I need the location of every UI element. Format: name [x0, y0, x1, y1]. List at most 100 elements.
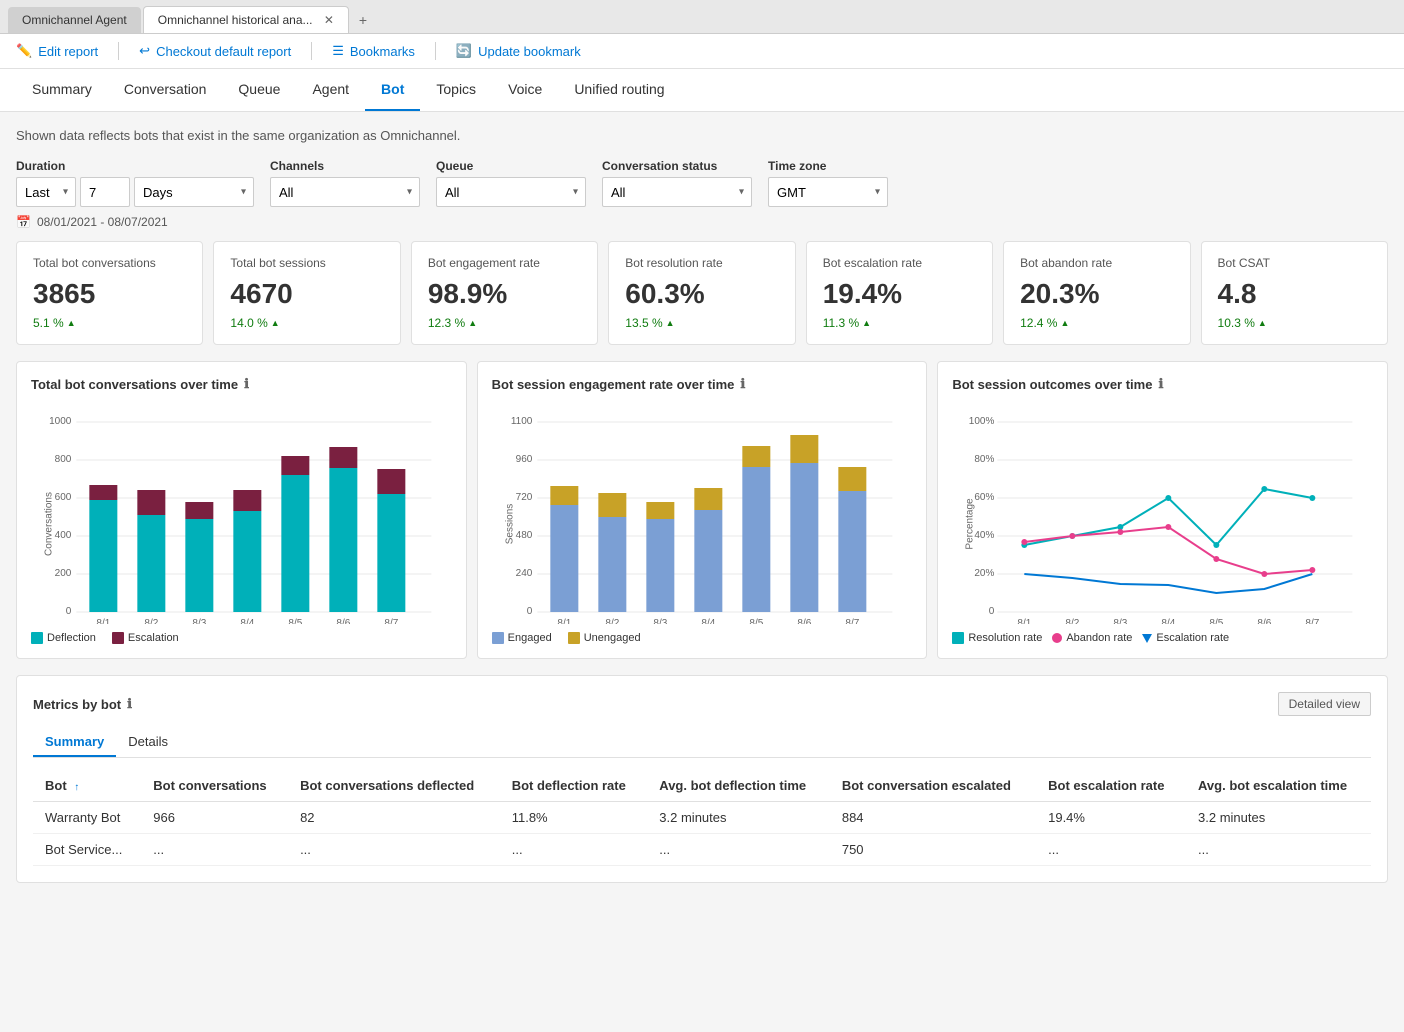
svg-text:400: 400	[55, 530, 72, 541]
timezone-label: Time zone	[768, 159, 888, 173]
cell-conversations-2: ...	[141, 834, 288, 866]
table-header-row: Bot ↑ Bot conversations Bot conversation…	[33, 770, 1371, 802]
svg-text:200: 200	[55, 568, 72, 579]
duration-unit-select[interactable]: Days	[134, 177, 254, 207]
tab-omnichannel-historical[interactable]: Omnichannel historical ana... ✕	[143, 6, 349, 33]
svg-text:8/1: 8/1	[96, 618, 110, 624]
chart2-title: Bot session engagement rate over time ℹ	[492, 376, 913, 392]
cell-bot-name-2: Bot Service...	[33, 834, 141, 866]
kpi-total-bot-conversations: Total bot conversations 3865 5.1 %	[16, 241, 203, 345]
toolbar-separator-1	[118, 42, 119, 60]
svg-text:8/4: 8/4	[240, 618, 254, 624]
cell-deflection-rate: 11.8%	[500, 802, 648, 834]
nav-tab-agent[interactable]: Agent	[296, 69, 365, 111]
edit-report-button[interactable]: ✏️ Edit report	[16, 43, 98, 59]
close-tab-icon[interactable]: ✕	[324, 13, 334, 27]
svg-text:600: 600	[55, 492, 72, 503]
svg-text:Sessions: Sessions	[504, 504, 515, 545]
svg-text:8/2: 8/2	[1066, 618, 1080, 624]
channels-label: Channels	[270, 159, 420, 173]
nav-tab-unified-routing[interactable]: Unified routing	[558, 69, 680, 111]
cell-avg-deflection-time-2: ...	[647, 834, 830, 866]
chart1-svg: 1000 800 600 400 200 0 Conversations	[31, 404, 452, 624]
svg-text:8/6: 8/6	[1258, 618, 1272, 624]
detailed-view-button[interactable]: Detailed view	[1278, 692, 1371, 716]
col-avg-escalation-time[interactable]: Avg. bot escalation time	[1186, 770, 1371, 802]
chart2-info-icon[interactable]: ℹ	[740, 376, 745, 392]
svg-text:8/3: 8/3	[653, 618, 667, 624]
abandon-rate-color	[1052, 633, 1062, 643]
kpi-total-bot-sessions-value: 4670	[230, 278, 383, 310]
duration-value-input[interactable]	[80, 177, 130, 207]
nav-tab-conversation[interactable]: Conversation	[108, 69, 223, 111]
nav-tab-bot[interactable]: Bot	[365, 69, 420, 111]
add-tab-button[interactable]: +	[351, 8, 375, 32]
chart1-area: 1000 800 600 400 200 0 Conversations	[31, 404, 452, 624]
channels-wrapper: All	[270, 177, 420, 207]
svg-text:8/7: 8/7	[1306, 618, 1320, 624]
resolution-rate-color	[952, 632, 964, 644]
bookmarks-icon: ☰	[332, 43, 344, 59]
kpi-bot-engagement-rate-value: 98.9%	[428, 278, 581, 310]
metrics-info-icon[interactable]: ℹ	[127, 696, 132, 712]
checkout-default-button[interactable]: ↩ Checkout default report	[139, 43, 291, 59]
metrics-table-wrap: Bot ↑ Bot conversations Bot conversation…	[33, 770, 1371, 866]
nav-tab-queue[interactable]: Queue	[222, 69, 296, 111]
bookmarks-button[interactable]: ☰ Bookmarks	[332, 43, 415, 59]
kpi-bot-engagement-rate: Bot engagement rate 98.9% 12.3 %	[411, 241, 598, 345]
svg-text:800: 800	[55, 454, 72, 465]
kpi-bot-resolution-rate: Bot resolution rate 60.3% 13.5 %	[608, 241, 795, 345]
col-bot-conversations-deflected[interactable]: Bot conversations deflected	[288, 770, 500, 802]
kpi-total-bot-conversations-change: 5.1 %	[33, 316, 186, 330]
chart3-svg: 100% 80% 60% 40% 20% 0 Percentage	[952, 404, 1373, 624]
calendar-icon: 📅	[16, 215, 31, 229]
svg-text:Conversations: Conversations	[43, 492, 54, 556]
chart2-area: 1100 960 720 480 240 0 Sessions	[492, 404, 913, 624]
legend-engaged: Engaged	[492, 632, 552, 644]
chart3-info-icon[interactable]: ℹ	[1158, 376, 1163, 392]
svg-text:8/4: 8/4	[701, 618, 715, 624]
col-avg-deflection-time[interactable]: Avg. bot deflection time	[647, 770, 830, 802]
svg-text:80%: 80%	[975, 454, 995, 465]
channels-filter-group: Channels All	[270, 159, 420, 207]
tab-omnichannel-agent[interactable]: Omnichannel Agent	[8, 7, 141, 33]
table-row: Bot Service... ... ... ... ... 750 ... .…	[33, 834, 1371, 866]
sub-tab-summary[interactable]: Summary	[33, 728, 116, 757]
cell-escalated: 884	[830, 802, 1036, 834]
duration-filter-group: Duration Last Days	[16, 159, 254, 207]
kpi-bot-resolution-rate-title: Bot resolution rate	[625, 256, 778, 270]
col-bot-conversation-escalated[interactable]: Bot conversation escalated	[830, 770, 1036, 802]
update-bookmark-button[interactable]: 🔄 Update bookmark	[456, 43, 581, 59]
nav-tab-summary[interactable]: Summary	[16, 69, 108, 111]
nav-tab-voice[interactable]: Voice	[492, 69, 558, 111]
kpi-bot-resolution-rate-change: 13.5 %	[625, 316, 778, 330]
timezone-wrapper: GMT	[768, 177, 888, 207]
checkout-icon: ↩	[139, 43, 150, 59]
sub-tab-details[interactable]: Details	[116, 728, 180, 757]
legend-abandon-rate: Abandon rate	[1052, 632, 1132, 644]
channels-select[interactable]: All	[270, 177, 420, 207]
col-bot-escalation-rate[interactable]: Bot escalation rate	[1036, 770, 1186, 802]
svg-text:Percentage: Percentage	[965, 498, 976, 550]
conv-status-wrapper: All	[602, 177, 752, 207]
chart1-info-icon[interactable]: ℹ	[244, 376, 249, 392]
duration-label: Duration	[16, 159, 254, 173]
conv-status-select[interactable]: All	[602, 177, 752, 207]
col-bot-deflection-rate[interactable]: Bot deflection rate	[500, 770, 648, 802]
duration-preset-select[interactable]: Last	[16, 177, 76, 207]
chart3-legend: Resolution rate Abandon rate Escalation …	[952, 632, 1373, 644]
nav-tab-topics[interactable]: Topics	[420, 69, 492, 111]
chart3-title: Bot session outcomes over time ℹ	[952, 376, 1373, 392]
queue-select[interactable]: All	[436, 177, 586, 207]
svg-text:8/3: 8/3	[1114, 618, 1128, 624]
cell-deflected: 82	[288, 802, 500, 834]
svg-text:8/2: 8/2	[605, 618, 619, 624]
col-bot[interactable]: Bot ↑	[33, 770, 141, 802]
duration-unit-wrapper: Days	[134, 177, 254, 207]
kpi-bot-csat-change: 10.3 %	[1218, 316, 1371, 330]
toolbar: ✏️ Edit report ↩ Checkout default report…	[0, 34, 1404, 69]
col-bot-conversations[interactable]: Bot conversations	[141, 770, 288, 802]
kpi-bot-escalation-rate-change: 11.3 %	[823, 316, 976, 330]
legend-unengaged: Unengaged	[568, 632, 641, 644]
timezone-select[interactable]: GMT	[768, 177, 888, 207]
